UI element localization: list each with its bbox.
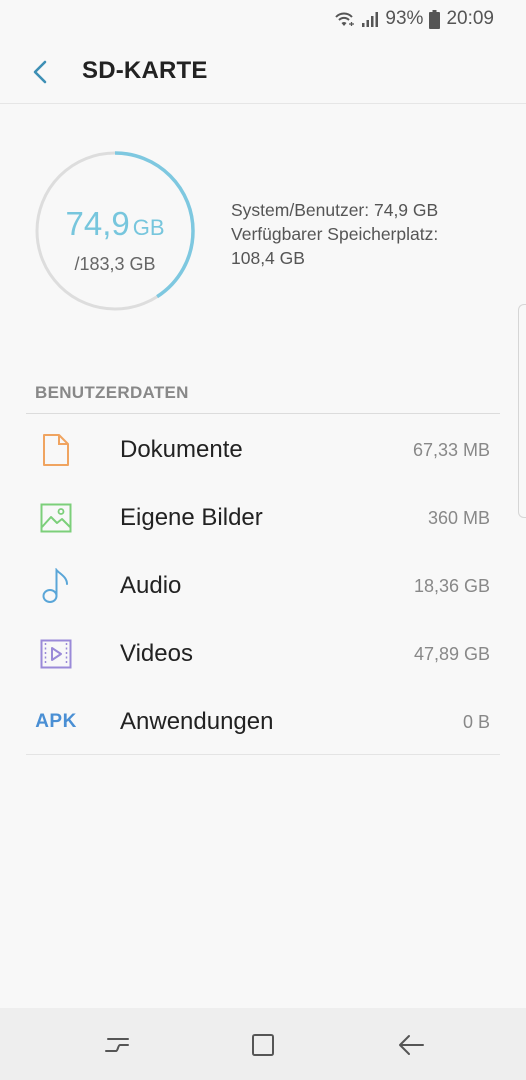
battery-icon <box>429 9 441 29</box>
available-value: 108,4 GB <box>231 248 305 268</box>
list-item-label: Videos <box>120 640 193 667</box>
user-data-list: Dokumente 67,33 MB Eigene Bilder 360 MB … <box>0 416 526 756</box>
music-note-icon <box>38 568 74 604</box>
list-item-label: Audio <box>120 572 182 599</box>
section-divider <box>26 413 500 414</box>
storage-summary: 74,9 GB /183,3 GB System/Benutzer: 74,9 G… <box>34 150 504 315</box>
scroll-indicator[interactable] <box>518 304 526 518</box>
available-label: Verfügbarer Speicherplatz: <box>231 224 439 244</box>
total-storage: /183,3 GB <box>74 254 156 274</box>
apk-icon: APK <box>35 704 77 740</box>
page-title: SD-KARTE <box>82 57 208 84</box>
video-icon <box>38 636 74 672</box>
list-item-label: Eigene Bilder <box>120 504 263 531</box>
list-item-size: 0 B <box>462 711 490 732</box>
list-item-size: 67,33 MB <box>412 439 490 460</box>
back-icon <box>399 1035 424 1055</box>
status-bar: 93% 20:09 <box>0 0 526 38</box>
list-item-audio[interactable]: Audio 18,36 GB <box>0 552 526 620</box>
back-nav-button[interactable] <box>396 1030 426 1060</box>
apk-icon-text: APK <box>35 711 77 732</box>
recent-apps-button[interactable] <box>102 1030 132 1060</box>
list-item-videos[interactable]: Videos 47,89 GB <box>0 620 526 688</box>
used-value: 74,9 <box>65 205 130 242</box>
back-button[interactable] <box>24 56 56 88</box>
list-divider <box>26 754 500 755</box>
list-item-size: 360 MB <box>427 507 490 528</box>
list-item-label: Anwendungen <box>120 708 274 735</box>
home-icon <box>252 1034 274 1056</box>
used-unit: GB <box>132 215 165 240</box>
home-button[interactable] <box>248 1030 278 1060</box>
list-item-images[interactable]: Eigene Bilder 360 MB <box>0 484 526 552</box>
system-user-usage: System/Benutzer: 74,9 GB <box>231 200 439 220</box>
recent-apps-icon <box>105 1038 129 1052</box>
battery-percent: 93% <box>385 8 424 29</box>
used-storage: 74,9 GB <box>34 205 196 243</box>
clock: 20:09 <box>446 8 494 29</box>
document-icon <box>38 432 74 468</box>
storage-details: System/Benutzer: 74,9 GB Verfügbarer Spe… <box>231 198 438 270</box>
app-bar: SD-KARTE <box>0 38 526 104</box>
list-item-documents[interactable]: Dokumente 67,33 MB <box>0 416 526 484</box>
list-item-size: 47,89 GB <box>413 643 490 664</box>
wifi-icon <box>333 10 355 28</box>
navigation-bar <box>0 1008 526 1080</box>
image-icon <box>38 500 74 536</box>
list-item-size: 18,36 GB <box>413 575 490 596</box>
list-item-applications[interactable]: APK Anwendungen 0 B <box>0 688 526 756</box>
back-arrow-icon <box>33 60 47 84</box>
list-item-label: Dokumente <box>120 436 243 463</box>
section-header: BENUTZERDATEN <box>35 383 189 402</box>
signal-icon <box>361 10 379 28</box>
